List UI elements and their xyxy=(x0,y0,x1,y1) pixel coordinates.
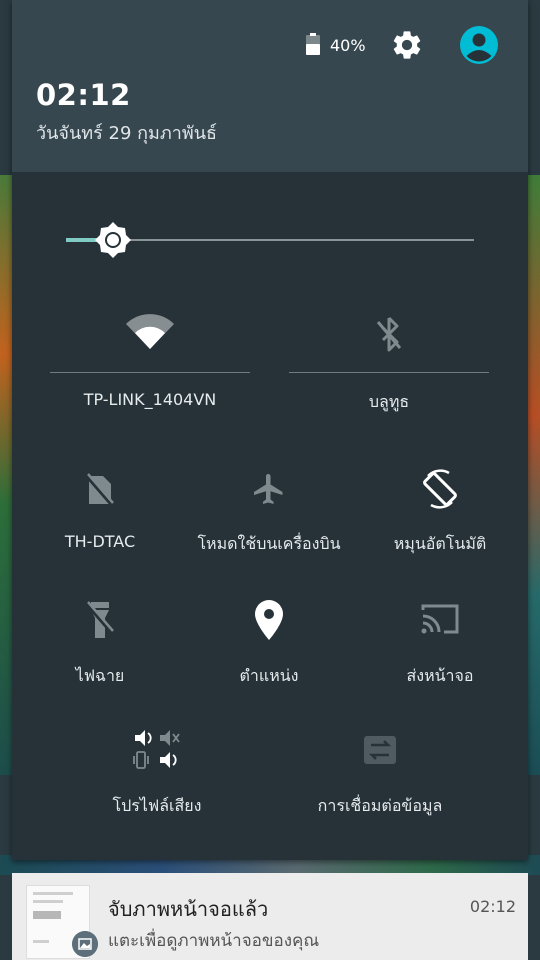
notification-time: 02:12 xyxy=(469,897,516,916)
cast-icon xyxy=(421,604,459,634)
thumbnail-line xyxy=(33,900,63,903)
quick-settings-panel: 40% 02:12 วันจันทร์ 29 กุมภาพันธ์ TP-LIN… xyxy=(12,0,528,860)
tile-label: ส่งหน้าจอ xyxy=(406,666,474,685)
date[interactable]: วันจันทร์ 29 กุมภาพันธ์ xyxy=(36,118,217,147)
location-pin-icon xyxy=(255,600,283,640)
tile-bluetooth[interactable]: บลูทูธ xyxy=(289,300,489,420)
tile-cast-screen[interactable]: ส่งหน้าจอ xyxy=(352,590,528,690)
screenshot-notification[interactable]: จับภาพหน้าจอแล้ว แตะเพื่อดูภาพหน้าจอของค… xyxy=(12,873,528,960)
tile-label: ไฟฉาย xyxy=(75,666,125,685)
tile-label: โหมดใช้บนเครื่องบิน xyxy=(197,534,341,553)
sound-profile-icon xyxy=(133,730,180,769)
screen-rotation-icon xyxy=(423,469,457,509)
tile-label: หมุนอัตโนมัติ xyxy=(393,534,487,553)
thumbnail-line xyxy=(33,940,49,943)
battery-icon xyxy=(306,33,320,55)
tile-label: ตำแหน่ง xyxy=(239,666,299,685)
tile-label: TP-LINK_1404VN xyxy=(83,390,217,409)
bluetooth-divider xyxy=(289,372,489,373)
tile-flashlight[interactable]: ไฟฉาย xyxy=(12,590,188,690)
tile-auto-rotate[interactable]: หมุนอัตโนมัติ xyxy=(352,460,528,560)
airplane-icon xyxy=(254,474,283,504)
thumbnail-line xyxy=(33,892,73,895)
wifi-divider xyxy=(50,372,250,373)
notification-title: จับภาพหน้าจอแล้ว xyxy=(108,897,269,921)
tile-data-connection[interactable]: การเชื่อมต่อข้อมูล xyxy=(292,722,468,822)
tile-label: โปรไฟล์เสียง xyxy=(112,796,202,815)
brightness-icon[interactable] xyxy=(95,222,131,258)
clock[interactable]: 02:12 xyxy=(36,78,131,112)
tile-label: บลูทูธ xyxy=(368,392,410,411)
gear-icon[interactable] xyxy=(390,28,424,62)
tile-location[interactable]: ตำแหน่ง xyxy=(182,590,356,690)
tile-label: TH-DTAC xyxy=(64,532,136,551)
tile-mobile-data[interactable]: TH-DTAC xyxy=(12,460,188,560)
wallpaper-right-edge xyxy=(526,175,540,775)
wifi-icon xyxy=(126,314,174,349)
user-avatar-icon[interactable] xyxy=(460,26,498,64)
bluetooth-disabled-icon xyxy=(376,316,402,352)
tile-sound-profile[interactable]: โปรไฟล์เสียง xyxy=(72,722,242,822)
no-sim-icon xyxy=(85,473,115,508)
tile-wifi[interactable]: TP-LINK_1404VN xyxy=(50,300,250,420)
data-transfer-icon xyxy=(364,736,396,764)
image-icon xyxy=(72,931,98,957)
tile-airplane-mode[interactable]: โหมดใช้บนเครื่องบิน xyxy=(182,460,356,560)
quick-settings-header: 40% 02:12 วันจันทร์ 29 กุมภาพันธ์ xyxy=(12,0,528,172)
flashlight-off-icon xyxy=(85,601,115,638)
tile-label: การเชื่อมต่อข้อมูล xyxy=(317,796,443,815)
notification-text: แตะเพื่อดูภาพหน้าจอของคุณ xyxy=(108,931,320,951)
battery-percentage: 40% xyxy=(330,36,366,55)
thumbnail-bar xyxy=(33,911,61,919)
